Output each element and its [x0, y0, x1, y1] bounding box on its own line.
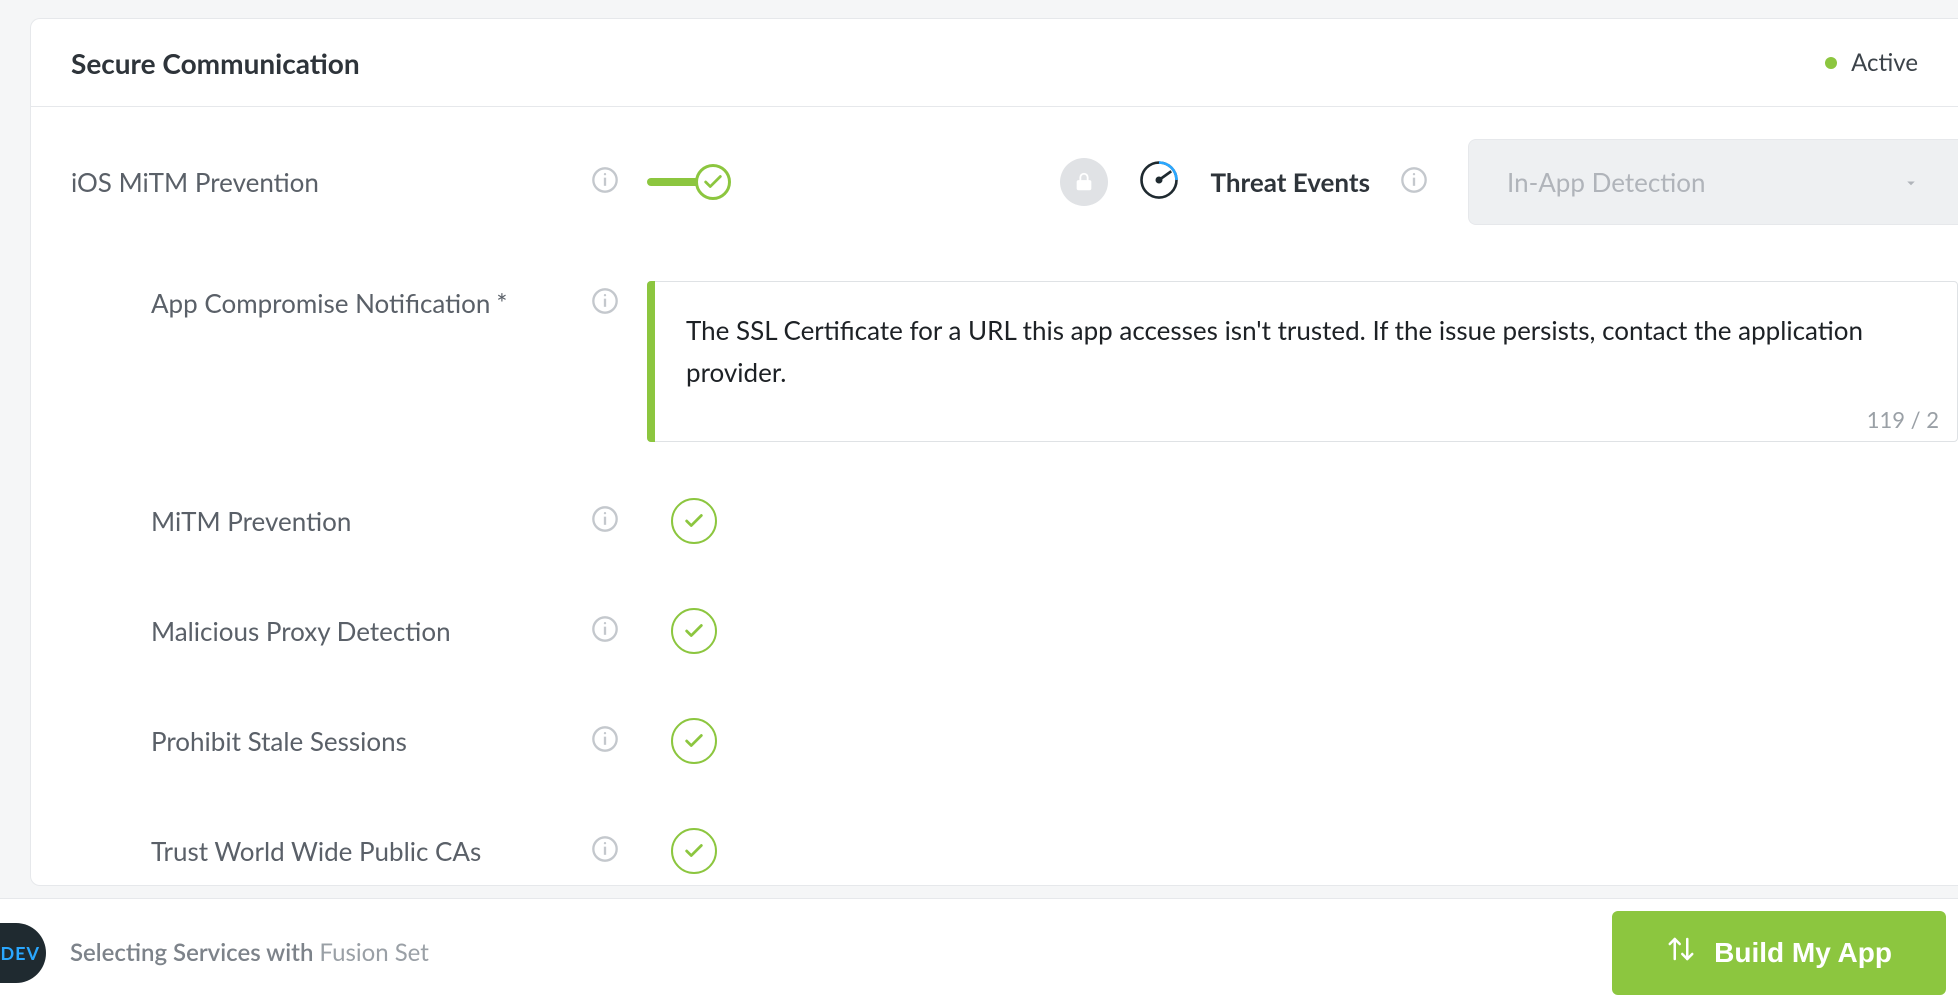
- setting-label: Prohibit Stale Sessions: [151, 725, 407, 757]
- dev-badge: DEV: [0, 923, 46, 983]
- card-body: iOS MiTM Prevention: [31, 107, 1958, 886]
- info-icon[interactable]: [591, 835, 619, 867]
- setting-label: Trust World Wide Public CAs: [151, 835, 481, 867]
- notification-text-value: The SSL Certificate for a URL this app a…: [686, 310, 1925, 393]
- setting-toggle-checked[interactable]: [671, 498, 717, 544]
- footer-status-text: Selecting Services with Fusion Set: [70, 938, 429, 967]
- main-feature-toggle[interactable]: [647, 162, 743, 202]
- chevron-down-icon: [1902, 166, 1920, 198]
- status-badge: Active: [1825, 48, 1918, 77]
- threat-events-cluster: Threat Events: [1060, 158, 1468, 206]
- info-icon[interactable]: [591, 166, 619, 198]
- info-icon[interactable]: [591, 505, 619, 537]
- sub-setting-row: Malicious Proxy Detection: [31, 576, 1958, 686]
- main-feature-name: iOS MiTM Prevention: [71, 166, 319, 198]
- sub-setting-row: Trust World Wide Public CAs: [31, 796, 1958, 886]
- setting-label: App Compromise Notification*: [151, 287, 507, 319]
- status-dot-icon: [1825, 57, 1837, 69]
- main-feature-row: iOS MiTM Prevention: [31, 139, 1958, 225]
- notification-text-input[interactable]: The SSL Certificate for a URL this app a…: [647, 281, 1958, 442]
- app-compromise-notification-row: App Compromise Notification* The SSL Cer…: [31, 263, 1958, 442]
- setting-toggle-checked[interactable]: [671, 828, 717, 874]
- setting-label: Malicious Proxy Detection: [151, 615, 451, 647]
- setting-toggle-checked[interactable]: [671, 608, 717, 654]
- build-icon: [1666, 934, 1696, 971]
- sub-setting-row: Prohibit Stale Sessions: [31, 686, 1958, 796]
- info-icon[interactable]: [1400, 166, 1428, 198]
- textbox-accent-bar: [647, 281, 655, 442]
- status-label: Active: [1851, 48, 1918, 77]
- char-counter: 119 / 2: [1867, 406, 1947, 433]
- info-icon[interactable]: [591, 615, 619, 647]
- detection-mode-dropdown[interactable]: In-App Detection: [1468, 139, 1958, 225]
- card-title: Secure Communication: [71, 46, 360, 80]
- required-mark: *: [496, 287, 507, 319]
- build-button-label: Build My App: [1714, 937, 1892, 969]
- secure-communication-card: Secure Communication Active iOS MiTM Pre…: [30, 18, 1958, 886]
- setting-label: MiTM Prevention: [151, 505, 351, 537]
- setting-toggle-checked[interactable]: [671, 718, 717, 764]
- info-icon[interactable]: [591, 725, 619, 757]
- threat-events-label: Threat Events: [1210, 166, 1370, 198]
- info-icon[interactable]: [591, 287, 619, 319]
- build-my-app-button[interactable]: Build My App: [1612, 911, 1946, 995]
- dropdown-selected-value: In-App Detection: [1507, 166, 1706, 198]
- threat-scope-icon: [1138, 159, 1180, 205]
- sub-setting-row: MiTM Prevention: [31, 466, 1958, 576]
- footer-bar: DEV Selecting Services with Fusion Set B…: [0, 898, 1958, 1006]
- lock-icon: [1060, 158, 1108, 206]
- card-header: Secure Communication Active: [31, 19, 1958, 107]
